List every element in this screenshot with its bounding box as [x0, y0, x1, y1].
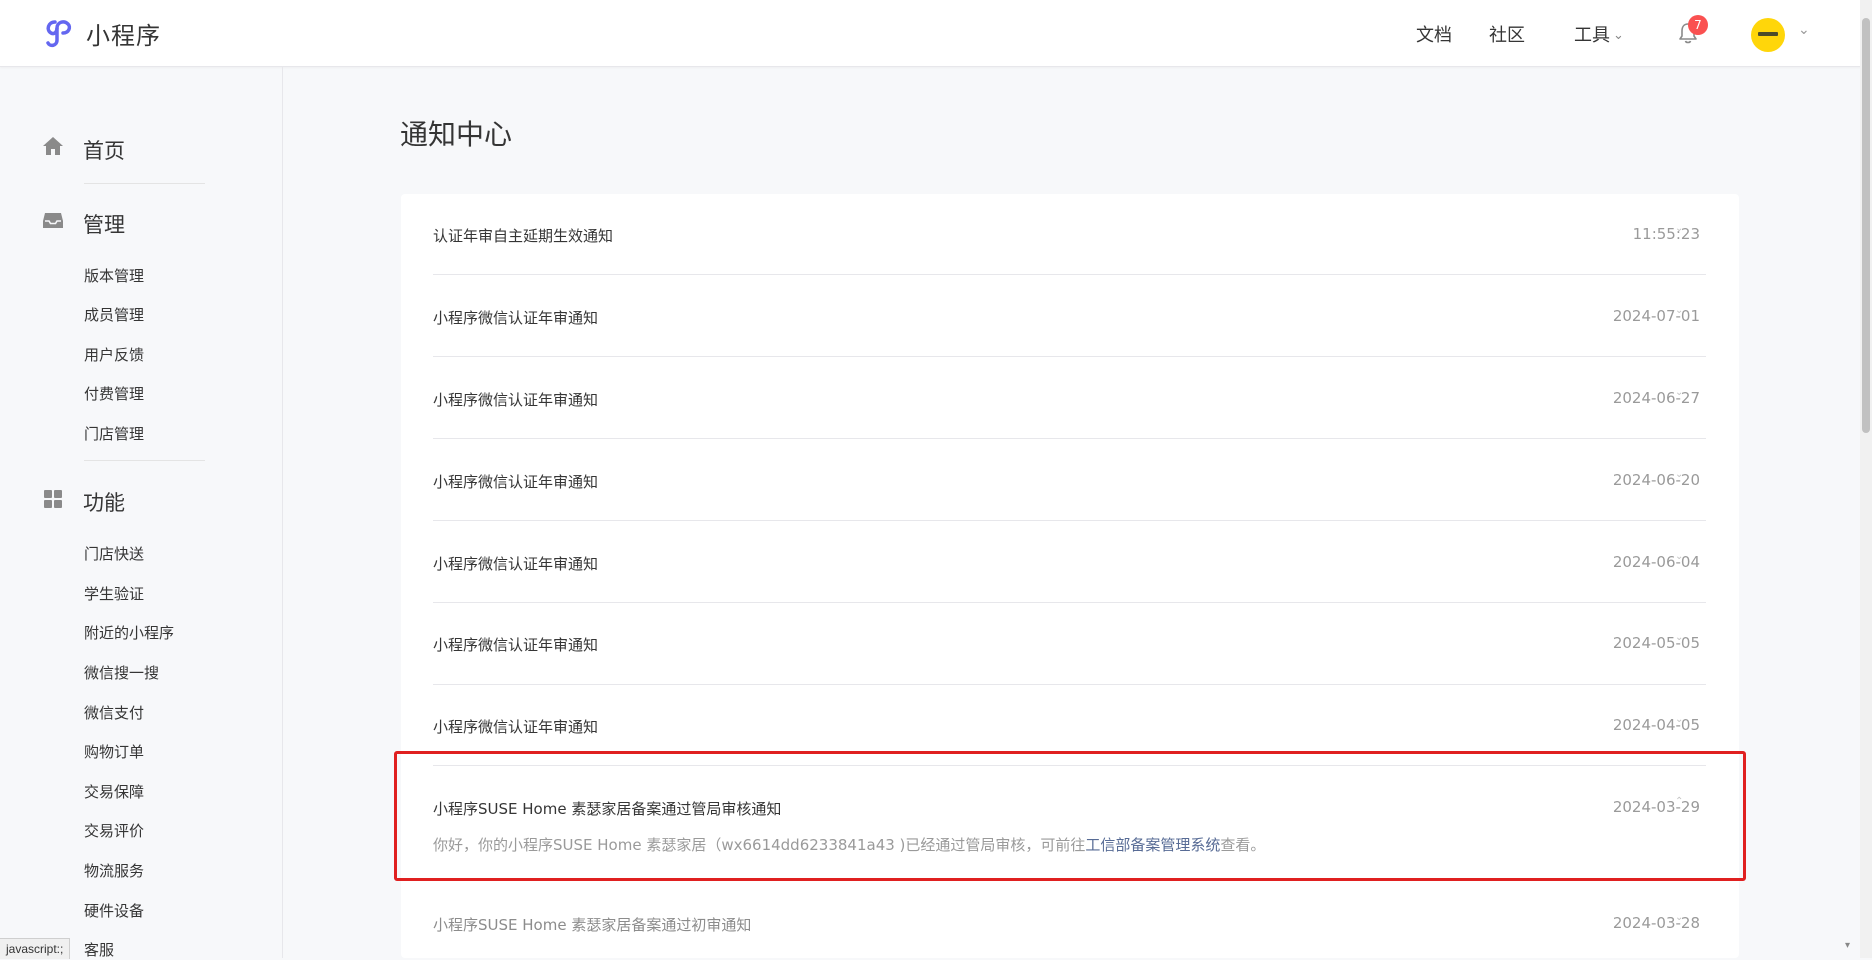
divider [84, 460, 205, 461]
notification-title: 小程序微信认证年审通知 [433, 636, 599, 654]
sidebar-item-trade-review[interactable]: 交易评价 [84, 820, 144, 841]
brand-name[interactable]: 小程序 [86, 16, 161, 51]
sidebar-item-logistics[interactable]: 物流服务 [84, 860, 144, 881]
status-url: javascript:; [0, 938, 71, 959]
notification-count-badge[interactable]: 7 [1688, 15, 1708, 35]
divider [433, 356, 1706, 357]
nav-tools-label: 工具 [1574, 25, 1610, 46]
mini-program-logo-icon[interactable] [42, 16, 76, 50]
sidebar-item-trade-guarantee[interactable]: 交易保障 [84, 781, 144, 802]
sidebar: 首页 管理 版本管理 成员管理 用户反馈 付费管理 门店管理 功能 门店快送 学… [0, 67, 283, 960]
notification-title: 小程序SUSE Home 素瑟家居备案通过初审通知 [433, 916, 752, 934]
nav-community[interactable]: 社区 [1489, 21, 1525, 47]
top-bar: 小程序 文档 社区 工具 ⌄ 7 ⌄ [0, 0, 1862, 67]
chevron-down-icon[interactable]: ⌄ [1675, 469, 1683, 480]
inbox-icon [43, 213, 63, 228]
sidebar-item-payment-manage[interactable]: 付费管理 [84, 383, 144, 404]
scrollbar-thumb[interactable] [1862, 18, 1870, 433]
chevron-down-icon[interactable]: ⌄ [1798, 22, 1810, 38]
chevron-down-icon[interactable]: ⌄ [1675, 714, 1683, 725]
sidebar-item-features[interactable]: 功能 [83, 487, 125, 517]
divider [433, 602, 1706, 603]
nav-docs[interactable]: 文档 [1416, 21, 1452, 47]
nav-tools[interactable]: 工具 ⌄ [1574, 21, 1624, 47]
notification-title: 小程序微信认证年审通知 [433, 309, 599, 327]
sidebar-item-student-verify[interactable]: 学生验证 [84, 583, 144, 604]
sidebar-item-nearby[interactable]: 附近的小程序 [84, 622, 174, 643]
scroll-down-icon[interactable]: ▾ [1845, 940, 1850, 951]
page-title: 通知中心 [400, 118, 513, 151]
divider [84, 183, 205, 184]
sidebar-item-home[interactable]: 首页 [83, 135, 125, 165]
chevron-down-icon[interactable]: ⌄ [1675, 387, 1683, 398]
sidebar-item-user-feedback[interactable]: 用户反馈 [84, 344, 144, 365]
notification-title: 小程序微信认证年审通知 [433, 718, 599, 736]
divider [433, 684, 1706, 685]
sidebar-item-hardware[interactable]: 硬件设备 [84, 900, 144, 921]
notification-title: 小程序微信认证年审通知 [433, 391, 599, 409]
home-icon [43, 137, 63, 155]
sidebar-item-store-manage[interactable]: 门店管理 [84, 423, 144, 444]
sidebar-item-shopping-orders[interactable]: 购物订单 [84, 741, 144, 762]
sidebar-item-manage[interactable]: 管理 [83, 209, 125, 239]
chevron-down-icon[interactable]: ⌄ [1675, 305, 1683, 316]
avatar[interactable] [1751, 18, 1785, 52]
sidebar-item-member-manage[interactable]: 成员管理 [84, 304, 144, 325]
chevron-down-icon[interactable]: ⌄ [1675, 912, 1683, 923]
chevron-down-icon: ⌄ [1613, 28, 1624, 43]
notification-title: 小程序微信认证年审通知 [433, 555, 599, 573]
sidebar-item-customer-service[interactable]: 客服 [84, 939, 114, 960]
chevron-down-icon[interactable]: ⌄ [1675, 223, 1683, 234]
sidebar-item-wechat-search[interactable]: 微信搜一搜 [84, 662, 159, 683]
notification-title: 认证年审自主延期生效通知 [433, 227, 614, 245]
sidebar-item-store-delivery[interactable]: 门店快送 [84, 543, 144, 564]
notification-title: 小程序微信认证年审通知 [433, 473, 599, 491]
sidebar-item-wechat-pay[interactable]: 微信支付 [84, 702, 144, 723]
chevron-down-icon[interactable]: ⌄ [1675, 632, 1683, 643]
chevron-down-icon[interactable]: ⌄ [1675, 551, 1683, 562]
grid-icon [44, 490, 62, 508]
divider [433, 274, 1706, 275]
sidebar-item-version-manage[interactable]: 版本管理 [84, 265, 144, 286]
divider [433, 520, 1706, 521]
divider [433, 438, 1706, 439]
highlight-box [394, 751, 1746, 881]
